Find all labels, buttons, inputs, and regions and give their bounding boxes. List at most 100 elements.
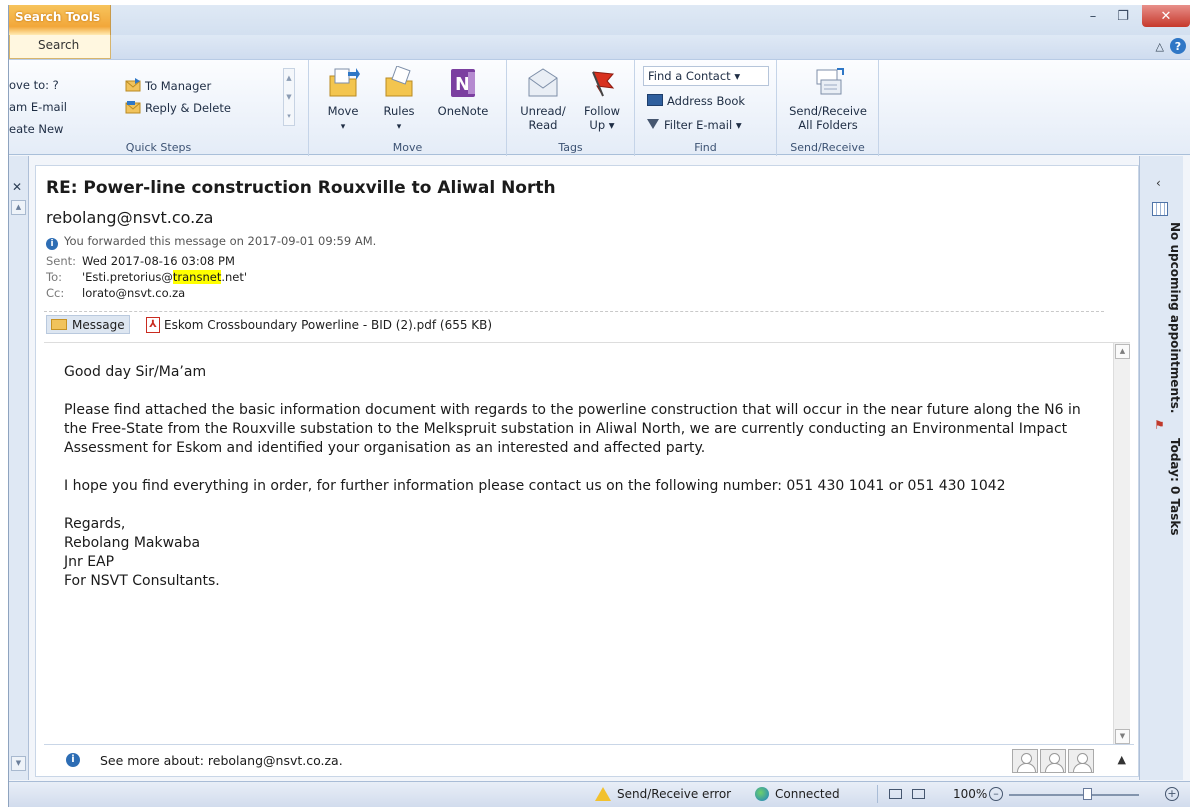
unread-read-label-2: Read [528, 118, 558, 132]
upcoming-appointments[interactable]: No upcoming appointments. [1168, 222, 1182, 413]
message-tab[interactable]: Message [46, 315, 130, 334]
quick-step-to-manager[interactable]: To Manager [125, 78, 211, 93]
zoom-slider[interactable] [1009, 794, 1139, 796]
follow-up-button[interactable]: Follow Up ▾ [577, 66, 627, 132]
send-receive-label-1: Send/Receive [789, 104, 867, 118]
body-paragraph-2: I hope you find everything in order, for… [64, 478, 1006, 494]
signature-line-4: For NSVT Consultants. [64, 573, 220, 589]
quick-step-reply-delete[interactable]: Reply & Delete [125, 100, 231, 115]
attachment-filename: Eskom Crossboundary Powerline - BID (2).… [164, 318, 493, 332]
cc-label: Cc: [46, 286, 65, 300]
quick-steps-group: ove to: ? am E-mail eate New To Manager … [9, 60, 309, 156]
find-contact-field[interactable]: Find a Contact ▾ [643, 66, 769, 86]
avatar[interactable] [1040, 749, 1066, 773]
send-receive-group-label: Send/Receive [790, 141, 865, 154]
attachment-bar: Message ⅄ Eskom Crossboundary Powerline -… [44, 311, 1104, 335]
quick-steps-scroller[interactable]: ▲ ▼ ▾ [283, 68, 295, 126]
tab-search[interactable]: Search [9, 35, 111, 59]
to-prefix: 'Esti.pretorius@ [82, 270, 173, 284]
scroll-up-icon[interactable]: ▲ [11, 200, 26, 215]
onenote-button[interactable]: N OneNote [433, 66, 493, 118]
info-icon: i [46, 238, 58, 250]
chevron-up-icon[interactable]: ▲ [1118, 753, 1126, 766]
ribbon: ove to: ? am E-mail eate New To Manager … [9, 59, 1190, 156]
scroll-up-icon[interactable]: ▲ [1115, 344, 1130, 359]
todo-bar: ‹ No upcoming appointments. ⚑ Today: 0 T… [1139, 156, 1183, 780]
body-paragraph-1: Please find attached the basic informati… [64, 402, 1081, 456]
cc-recipient[interactable]: lorato@nsvt.co.za [82, 286, 185, 300]
message-body: Good day Sir/Ma’am Please find attached … [64, 363, 1094, 591]
filter-icon [647, 119, 659, 129]
restore-button[interactable]: ❐ [1108, 5, 1138, 27]
message-sender[interactable]: rebolang@nsvt.co.za [46, 208, 213, 227]
quick-step-create-new[interactable]: eate New [9, 122, 63, 136]
forward-notice-text: You forwarded this message on 2017-09-01… [64, 234, 377, 248]
move-label: Move [327, 104, 359, 118]
outlook-window: Search Tools Search – ❐ ✕ △ ? ove to: ? … [8, 5, 1190, 807]
rules-label: Rules [383, 104, 415, 118]
scroll-up-icon[interactable]: ▲ [284, 69, 294, 88]
send-receive-error[interactable]: Send/Receive error [595, 787, 731, 801]
status-separator [877, 785, 878, 803]
quick-step-team-email[interactable]: am E-mail [9, 100, 67, 114]
attachment-pdf[interactable]: ⅄ Eskom Crossboundary Powerline - BID (2)… [146, 317, 492, 333]
help-icon[interactable]: ? [1170, 38, 1186, 54]
move-button[interactable]: Move ▾ [321, 66, 365, 134]
zoom-in-icon[interactable]: + [1165, 787, 1179, 801]
send-receive-error-text: Send/Receive error [617, 787, 732, 801]
expand-gallery-icon[interactable]: ▾ [284, 107, 294, 126]
send-receive-all-button[interactable]: Send/Receive All Folders [783, 66, 873, 132]
rules-button[interactable]: Rules ▾ [377, 65, 421, 134]
to-label: To: [46, 270, 62, 284]
zoom-out-icon[interactable]: – [989, 787, 1003, 801]
unread-read-button[interactable]: Unread/Read [513, 66, 573, 132]
globe-icon [755, 787, 769, 801]
to-recipient[interactable]: 'Esti.pretorius@transnet.net' [82, 270, 247, 284]
send-receive-label-2: All Folders [798, 118, 858, 132]
reading-view-icon[interactable] [912, 789, 925, 799]
scroll-down-icon[interactable]: ▼ [1115, 729, 1130, 744]
close-pane-icon[interactable]: ✕ [12, 180, 22, 194]
move-icon [326, 66, 360, 100]
scroll-down-icon[interactable]: ▼ [11, 756, 26, 771]
scroll-down-icon[interactable]: ▼ [284, 88, 294, 107]
forward-notice: i You forwarded this message on 2017-09-0… [46, 234, 376, 250]
quick-step-move-to[interactable]: ove to: ? [9, 78, 59, 92]
quick-steps-group-label: Quick Steps [125, 141, 192, 154]
send-receive-group: Send/Receive All Folders Send/Receive [777, 60, 879, 156]
onenote-icon: N [446, 66, 480, 100]
filter-email-button[interactable]: Filter E-mail ▾ [647, 118, 742, 132]
address-book-label: Address Book [667, 94, 746, 108]
avatar[interactable] [1068, 749, 1094, 773]
view-buttons [889, 789, 935, 799]
reply-delete-label: Reply & Delete [145, 101, 231, 115]
today-tasks[interactable]: Today: 0 Tasks [1168, 438, 1182, 535]
chevron-left-icon[interactable]: ‹ [1156, 176, 1161, 190]
address-book-button[interactable]: Address Book [647, 94, 745, 108]
collapse-ribbon-icon[interactable]: △ [1156, 40, 1164, 53]
zoom-slider-thumb[interactable] [1083, 788, 1092, 800]
minimize-button[interactable]: – [1078, 5, 1108, 27]
find-group-label: Find [694, 141, 717, 154]
envelope-icon [526, 66, 560, 100]
svg-text:N: N [455, 74, 470, 95]
body-greeting: Good day Sir/Ma’am [64, 364, 207, 380]
to-manager-icon [125, 78, 141, 92]
people-pane-text[interactable]: See more about: rebolang@nsvt.co.za. [100, 753, 343, 768]
message-body-area[interactable]: Good day Sir/Ma’am Please find attached … [44, 342, 1130, 745]
filter-email-label: Filter E-mail ▾ [664, 118, 742, 132]
normal-view-icon[interactable] [889, 789, 902, 799]
signature-line-1: Regards, [64, 516, 126, 532]
zoom-level[interactable]: 100% [953, 787, 987, 801]
pdf-icon: ⅄ [146, 317, 160, 333]
rules-icon [382, 65, 416, 100]
avatar[interactable] [1012, 749, 1038, 773]
calendar-icon[interactable] [1152, 202, 1168, 216]
to-highlight: transnet [172, 270, 222, 284]
unread-read-label-1: Unread/ [520, 104, 566, 118]
body-scrollbar[interactable]: ▲ ▼ [1113, 343, 1130, 745]
connection-status[interactable]: Connected [755, 787, 840, 801]
envelope-icon [51, 319, 67, 330]
follow-up-label-1: Follow [583, 104, 621, 118]
close-button[interactable]: ✕ [1142, 5, 1190, 27]
